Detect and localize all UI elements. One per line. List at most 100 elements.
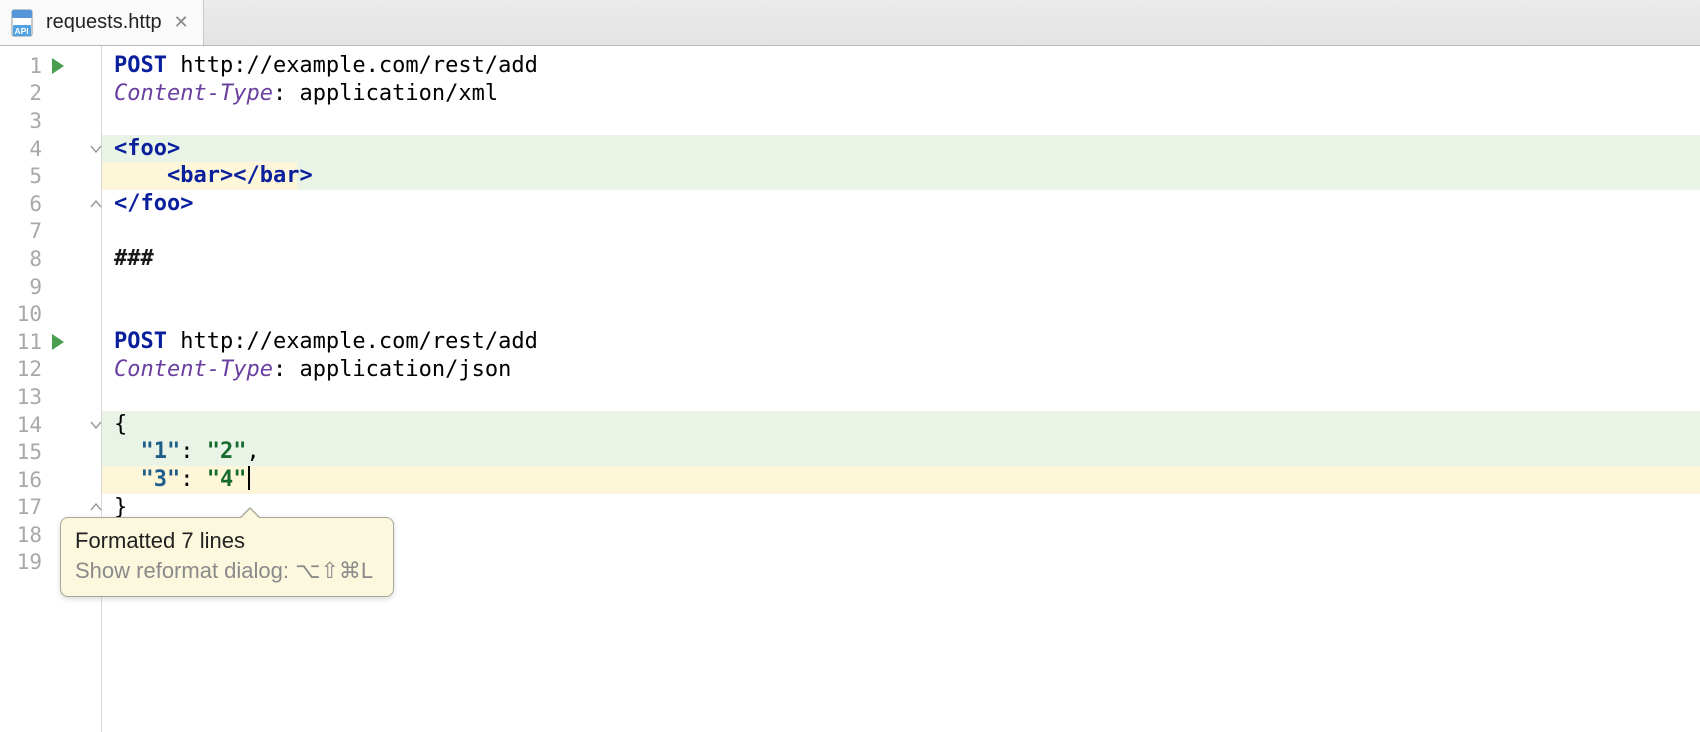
code-line[interactable]: <foo> (102, 135, 1700, 163)
line-number: 9 (0, 275, 42, 299)
code-line[interactable]: POST http://example.com/rest/add (102, 52, 1700, 80)
run-icon[interactable] (52, 58, 64, 74)
fold-close-icon[interactable] (90, 198, 102, 210)
line-number: 19 (0, 550, 42, 574)
code-token: < (114, 136, 127, 161)
fold-open-icon[interactable] (90, 143, 102, 155)
gutter-line[interactable]: 12 (0, 356, 101, 384)
code-token: { (114, 412, 127, 437)
reformat-hint-popup[interactable]: Formatted 7 lines Show reformat dialog: … (60, 517, 394, 597)
line-number: 5 (0, 164, 42, 188)
editor-tabbar: API requests.http ✕ (0, 0, 1700, 46)
run-icon[interactable] (52, 334, 64, 350)
code-token: , (247, 439, 260, 464)
code-token: > (167, 136, 180, 161)
code-line[interactable] (102, 300, 1700, 328)
code-line[interactable]: "3": "4" (102, 466, 1700, 494)
editor-code-area[interactable]: POST http://example.com/rest/addContent-… (102, 46, 1700, 732)
code-token: "3" (141, 467, 181, 492)
code-token: : (180, 467, 207, 492)
text-caret (248, 466, 250, 490)
gutter-line[interactable]: 15 (0, 438, 101, 466)
popup-shortcut: Show reformat dialog: ⌥⇧⌘L (75, 556, 373, 586)
code-token: POST (114, 329, 167, 354)
gutter-line[interactable]: 1 (0, 52, 101, 80)
gutter-line[interactable]: 8 (0, 245, 101, 273)
code-token: </ (114, 191, 141, 216)
code-token: </ (233, 163, 260, 188)
code-token: bar (260, 163, 300, 188)
code-token: http://example.com/rest/add (167, 53, 538, 78)
code-token: ### (114, 246, 154, 271)
line-number: 6 (0, 192, 42, 216)
svg-text:API: API (15, 26, 29, 36)
gutter-line[interactable]: 16 (0, 466, 101, 494)
code-line[interactable] (102, 218, 1700, 246)
gutter-line[interactable]: 5 (0, 162, 101, 190)
line-number: 17 (0, 495, 42, 519)
code-token: : (273, 81, 300, 106)
line-number: 18 (0, 523, 42, 547)
code-line[interactable]: Content-Type: application/json (102, 356, 1700, 384)
gutter-line[interactable]: 10 (0, 300, 101, 328)
code-token: foo (127, 136, 167, 161)
code-line[interactable]: ### (102, 245, 1700, 273)
code-token: "2" (207, 439, 247, 464)
line-number: 1 (0, 54, 42, 78)
gutter-line[interactable]: 14 (0, 411, 101, 439)
line-number: 2 (0, 81, 42, 105)
line-number: 15 (0, 440, 42, 464)
code-line[interactable]: POST http://example.com/rest/add (102, 328, 1700, 356)
close-icon[interactable]: ✕ (174, 12, 189, 33)
gutter-line[interactable]: 2 (0, 80, 101, 108)
code-token: "1" (141, 439, 181, 464)
indent (114, 467, 141, 492)
code-token: > (220, 163, 233, 188)
code-token: Content-Type (114, 81, 273, 106)
indent (114, 439, 141, 464)
code-token: } (114, 495, 127, 520)
code-token: "4" (207, 467, 247, 492)
editor-gutter[interactable]: 12345678910111213141516171819 (0, 46, 102, 732)
fold-close-icon[interactable] (90, 501, 102, 513)
tab-requests-http[interactable]: API requests.http ✕ (0, 0, 204, 45)
gutter-line[interactable]: 9 (0, 273, 101, 301)
code-token: < (167, 163, 180, 188)
gutter-line[interactable]: 13 (0, 383, 101, 411)
code-token: > (180, 191, 193, 216)
code-token: application/xml (299, 81, 498, 106)
code-line[interactable]: Content-Type: application/xml (102, 80, 1700, 108)
code-token: : (273, 357, 300, 382)
code-editor[interactable]: 12345678910111213141516171819 POST http:… (0, 46, 1700, 732)
fold-open-icon[interactable] (90, 419, 102, 431)
code-line[interactable] (102, 107, 1700, 135)
popup-message: Formatted 7 lines (75, 526, 373, 556)
code-token: foo (141, 191, 181, 216)
line-number: 8 (0, 247, 42, 271)
line-number: 12 (0, 357, 42, 381)
gutter-line[interactable]: 11 (0, 328, 101, 356)
indent (114, 163, 167, 188)
code-token: bar (180, 163, 220, 188)
code-token: http://example.com/rest/add (167, 329, 538, 354)
code-line[interactable]: </foo> (102, 190, 1700, 218)
gutter-line[interactable]: 6 (0, 190, 101, 218)
line-number: 14 (0, 413, 42, 437)
code-line[interactable]: { (102, 411, 1700, 439)
code-line[interactable]: "1": "2", (102, 438, 1700, 466)
line-number: 10 (0, 302, 42, 326)
line-number: 11 (0, 330, 42, 354)
gutter-line[interactable]: 7 (0, 218, 101, 246)
code-line[interactable] (102, 383, 1700, 411)
code-line[interactable] (102, 273, 1700, 301)
code-line[interactable]: <bar></bar> (102, 162, 1700, 190)
code-token: Content-Type (114, 357, 273, 382)
code-token: POST (114, 53, 167, 78)
line-number: 4 (0, 137, 42, 161)
gutter-line[interactable]: 3 (0, 107, 101, 135)
gutter-line[interactable]: 4 (0, 135, 101, 163)
code-token: > (299, 163, 312, 188)
line-number: 3 (0, 109, 42, 133)
tab-filename: requests.http (46, 11, 162, 34)
code-token: application/json (299, 357, 511, 382)
